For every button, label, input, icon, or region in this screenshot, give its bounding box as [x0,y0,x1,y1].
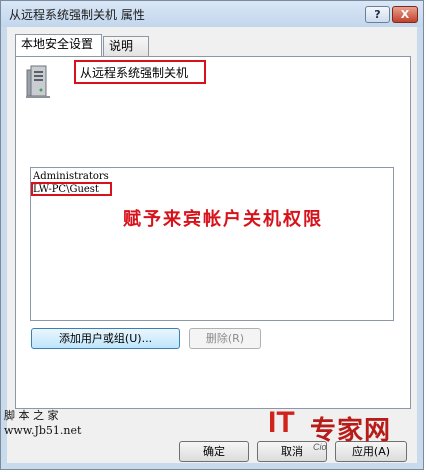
remove-button[interactable]: 删除(R) [189,328,261,349]
watermark-it-text: IT [268,406,295,439]
accounts-listbox[interactable]: Administrators LW-PC\Guest 赋予来宾帐户关机权限 [30,167,394,321]
help-button[interactable]: ? [365,6,390,23]
properties-dialog: 从远程系统强制关机 属性 ? X 本地安全设置 说明 从远程系统强制关机 Adm… [0,0,424,470]
tab-local-security-setting[interactable]: 本地安全设置 [15,34,102,56]
tab-explain[interactable]: 说明 [103,36,149,56]
watermark-jb51-url: www.Jb51.net [4,424,82,437]
watermark-jb51-name: 脚 本 之 家 [4,409,59,422]
close-button[interactable]: X [392,6,418,23]
annotation-text: 赋予来宾帐户关机权限 [123,209,323,230]
ok-button[interactable]: 确定 [179,441,249,462]
add-user-or-group-button[interactable]: 添加用户或组(U)... [31,328,180,349]
watermark-cio-text: Cio [313,442,327,452]
dialog-client-area: 本地安全设置 说明 从远程系统强制关机 Administrators LW-PC… [7,27,417,463]
server-icon [26,65,50,98]
tab-panel: 从远程系统强制关机 Administrators LW-PC\Guest 赋予来… [15,56,411,409]
watermark-jb51: 脚 本 之 家 www.Jb51.net [4,408,81,438]
guest-highlight-box [31,182,112,196]
policy-name: 从远程系统强制关机 [74,60,206,84]
watermark-it-expert: IT 专家网 Cio [258,402,418,462]
title-bar[interactable]: 从远程系统强制关机 属性 ? X [1,1,423,27]
window-title: 从远程系统强制关机 属性 [9,8,145,22]
